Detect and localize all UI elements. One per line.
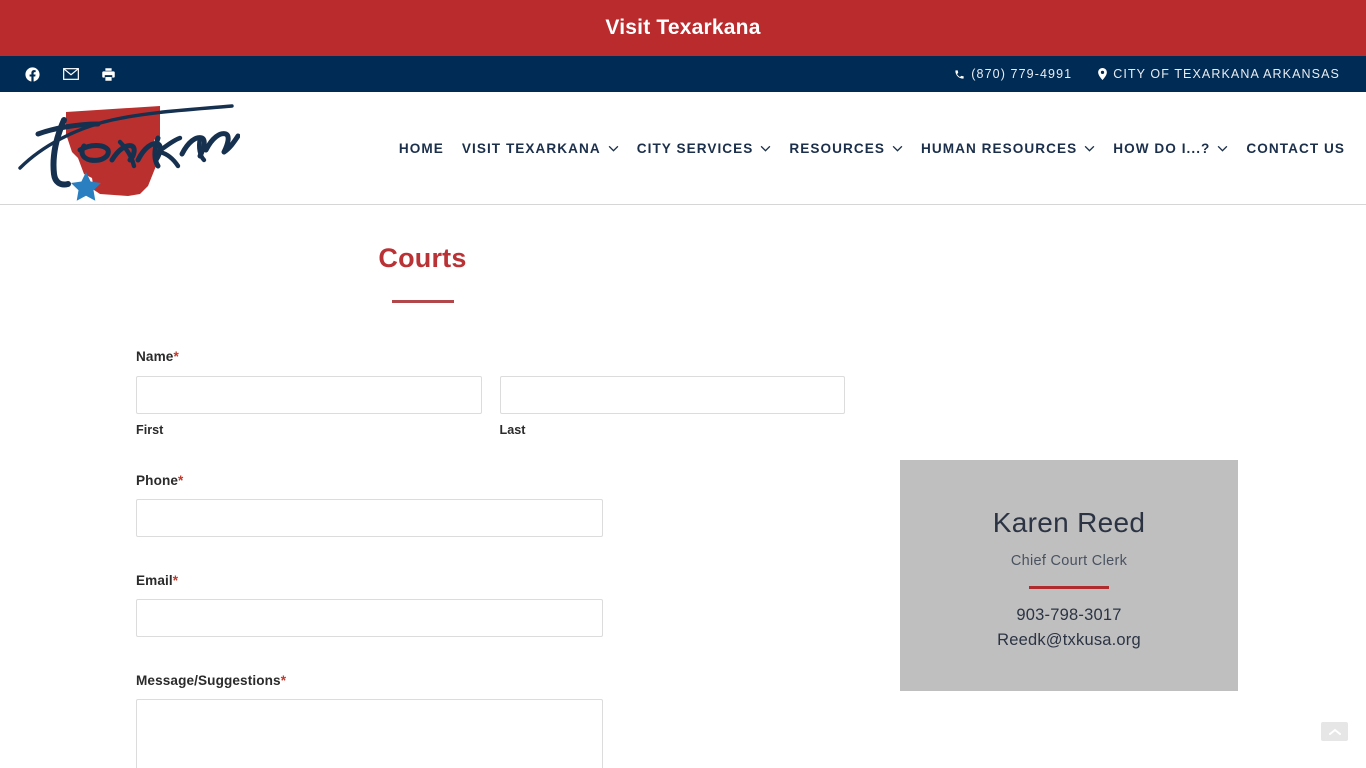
message-label-text: Message/Suggestions [136,673,281,688]
chevron-down-icon [1084,145,1095,152]
nav-label: CONTACT US [1246,140,1345,156]
utility-bar: (870) 779-4991 CITY OF TEXARKANA ARKANSA… [0,56,1366,92]
chevron-down-icon [760,145,771,152]
card-divider [1029,586,1109,589]
sidebar-column: Karen Reed Chief Court Clerk 903-798-301… [900,460,1238,691]
required-asterisk: * [280,673,287,688]
last-name-col: Last [499,376,845,437]
social-links [24,66,117,83]
email-icon[interactable] [62,66,79,83]
print-icon[interactable] [100,66,117,83]
nav-label: HUMAN RESOURCES [920,140,1078,156]
chevron-down-icon [608,145,619,152]
nav-item-human-resources[interactable]: HUMAN RESOURCES [912,135,1104,162]
nav-label: CITY SERVICES [636,140,754,156]
announcement-bar: Visit Texarkana [0,0,1366,56]
email-field-group: Email* [136,573,845,637]
message-label: Message/Suggestions* [136,673,845,688]
name-inputs-row: First Last [136,376,845,437]
nav-item-contact-us[interactable]: CONTACT US [1237,135,1354,162]
contact-role: Chief Court Clerk [1010,553,1128,569]
phone-link[interactable]: (870) 779-4991 [954,67,1072,81]
facebook-icon[interactable] [24,66,41,83]
phone-field-group: Phone* [136,473,845,537]
nav-item-city-services[interactable]: CITY SERVICES [628,135,781,162]
phone-text: (870) 779-4991 [971,67,1073,81]
map-pin-icon [1098,68,1108,80]
title-divider [391,300,454,303]
email-label-text: Email [136,573,173,588]
chevron-up-icon [1328,728,1341,736]
required-asterisk: * [173,349,179,364]
utility-contact-group: (870) 779-4991 CITY OF TEXARKANA ARKANSA… [954,67,1340,81]
main-navigation: HOME VISIT TEXARKANA CITY SERVICES RESOU… [390,135,1366,162]
email-input[interactable] [136,599,603,637]
nav-item-how-do-i[interactable]: HOW DO I...? [1104,135,1237,162]
location-link[interactable]: CITY OF TEXARKANA ARKANSAS [1098,67,1340,81]
name-field-group: Name* First Last [136,349,845,437]
first-name-sublabel: First [136,423,164,437]
required-asterisk: * [178,473,184,488]
scroll-to-top-button[interactable] [1321,722,1348,741]
nav-label: HOW DO I...? [1113,140,1211,156]
message-field-group: Message/Suggestions* [136,673,845,768]
nav-item-home[interactable]: HOME [390,135,453,162]
last-name-input[interactable] [499,376,845,414]
first-name-col: First [136,376,482,437]
contact-phone[interactable]: 903-798-3017 [920,606,1218,625]
nav-label: RESOURCES [789,140,885,156]
name-label-text: Name [136,349,174,364]
nav-item-visit-texarkana[interactable]: VISIT TEXARKANA [453,135,628,162]
site-logo[interactable] [8,94,240,204]
location-text: CITY OF TEXARKANA ARKANSAS [1113,67,1340,81]
chevron-down-icon [1217,145,1228,152]
page-title: Courts [378,243,467,273]
announcement-title: Visit Texarkana [605,16,761,39]
content-column: Courts Name* First Last Phone* Email* Me… [0,243,845,768]
contact-email[interactable]: Reedk@txkusa.org [920,631,1218,650]
site-header: HOME VISIT TEXARKANA CITY SERVICES RESOU… [0,92,1366,205]
nav-label: HOME [398,140,444,156]
contact-name: Karen Reed [992,507,1146,538]
nav-item-resources[interactable]: RESOURCES [780,135,912,162]
phone-input[interactable] [136,499,603,537]
phone-icon [954,69,965,80]
nav-label: VISIT TEXARKANA [461,140,601,156]
first-name-input[interactable] [136,376,482,414]
phone-label-text: Phone [136,473,179,488]
required-asterisk: * [172,573,179,588]
chevron-down-icon [892,145,903,152]
contact-form: Name* First Last Phone* Email* Message/S… [136,349,845,768]
email-label: Email* [136,573,845,588]
name-label: Name* [136,349,845,364]
message-textarea[interactable] [136,699,603,768]
last-name-sublabel: Last [499,423,526,437]
page-body: Courts Name* First Last Phone* Email* Me… [0,205,1366,768]
contact-card: Karen Reed Chief Court Clerk 903-798-301… [900,460,1238,691]
phone-label: Phone* [136,473,845,488]
